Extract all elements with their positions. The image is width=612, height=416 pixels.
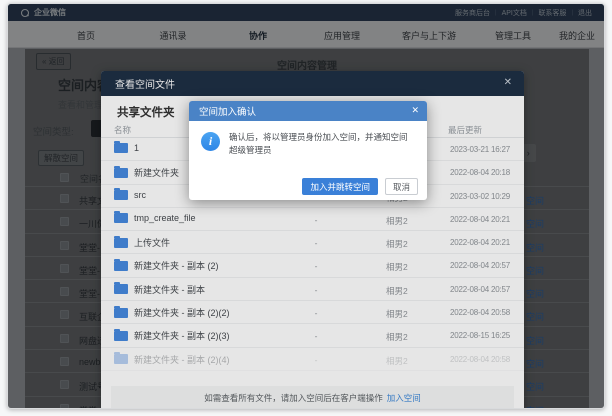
- join-confirm-dialog: 空间加入确认 ✕ i 确认后，将以管理员身份加入空间，并通知空间超级管理员 加入…: [189, 101, 427, 200]
- dialog-overlay: [8, 4, 604, 408]
- dialog-buttons: 加入并跳转空间 取消: [189, 178, 427, 195]
- join-and-go-button[interactable]: 加入并跳转空间: [302, 178, 378, 195]
- dialog-header: 空间加入确认 ✕: [189, 101, 427, 121]
- info-icon: i: [201, 132, 220, 151]
- close-icon[interactable]: ✕: [411, 105, 419, 116]
- cancel-button[interactable]: 取消: [385, 178, 418, 195]
- dialog-message: 确认后，将以管理员身份加入空间，并通知空间超级管理员: [229, 131, 415, 157]
- browser-window: 企业微信 服务商后台|API文档|联系客服|退出 首页通讯录协作应用管理客户与上…: [7, 3, 605, 409]
- dialog-title: 空间加入确认: [199, 104, 256, 118]
